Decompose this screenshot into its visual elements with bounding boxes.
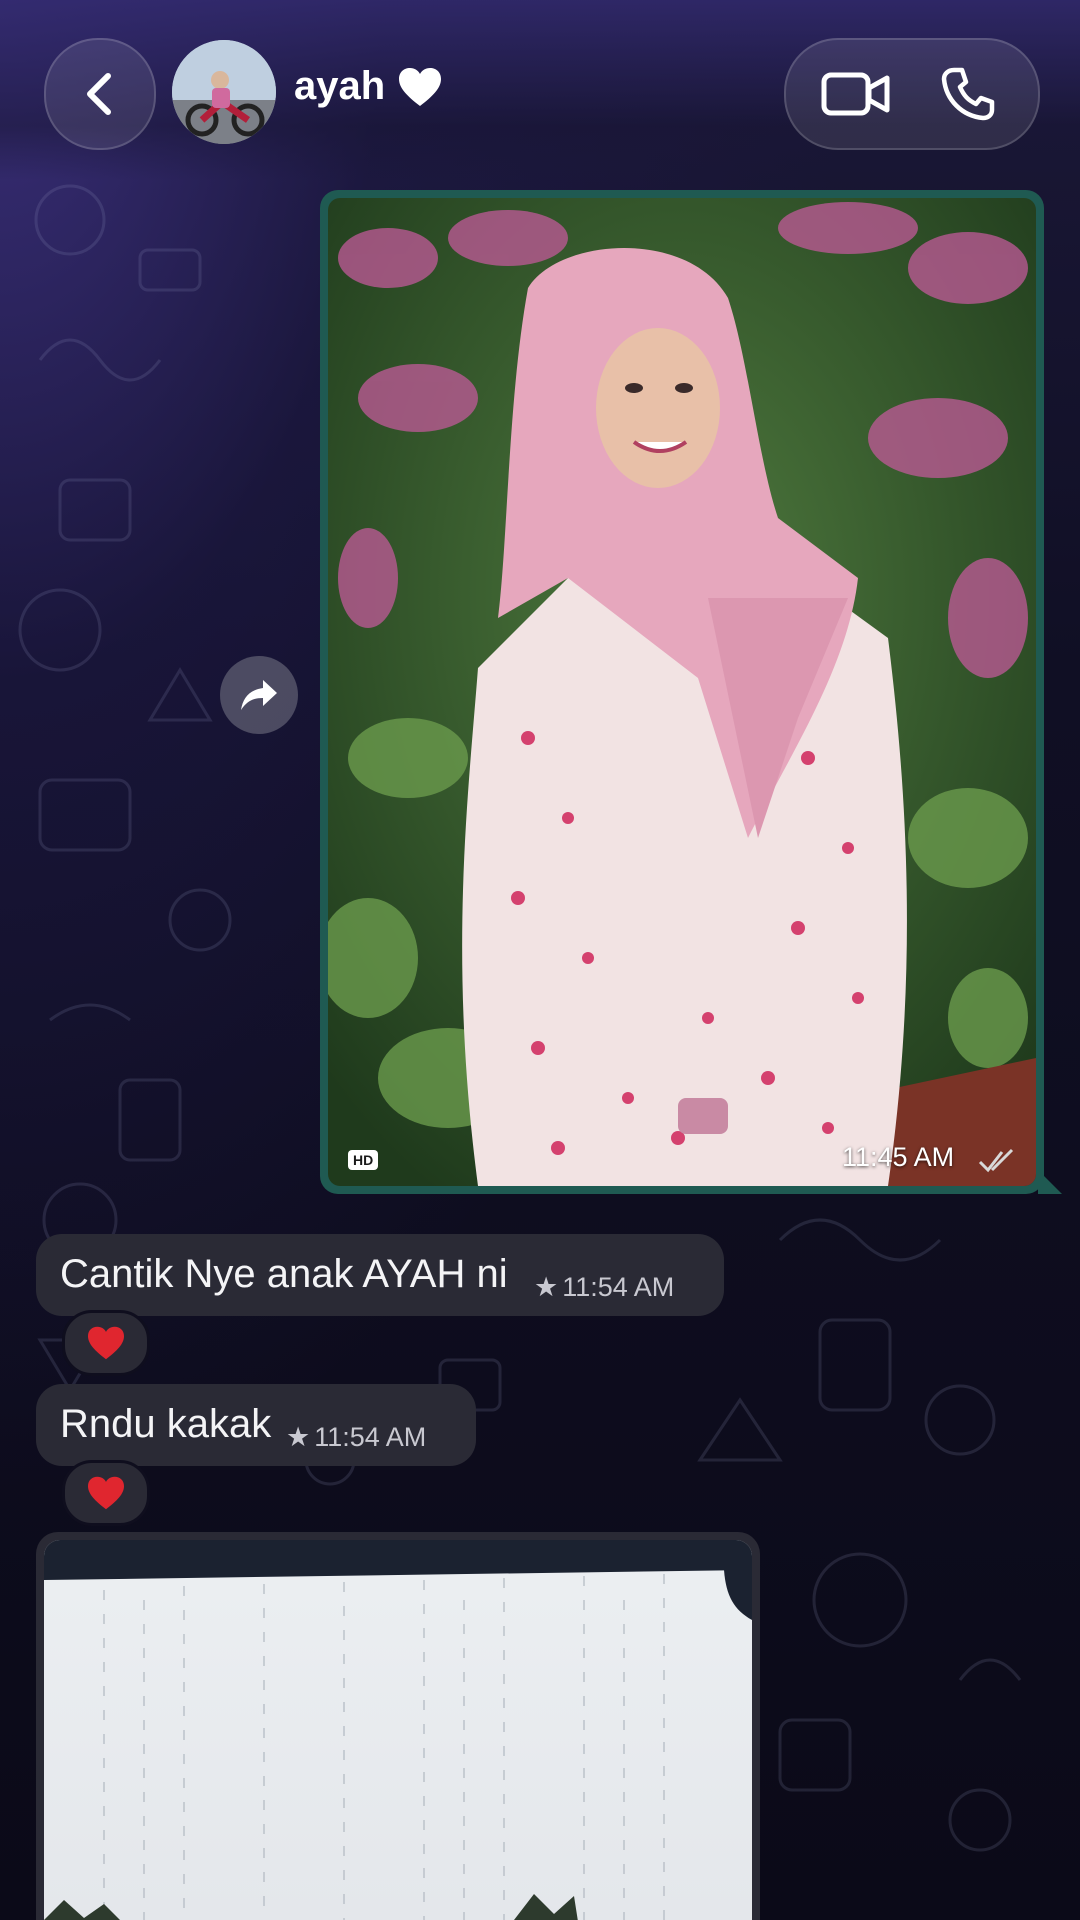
- bubble-tail: [1038, 1170, 1062, 1194]
- video-call-button[interactable]: [816, 64, 896, 124]
- star-icon: ★: [534, 1272, 559, 1302]
- message-meta: ★ 11:54 AM: [534, 1272, 674, 1303]
- motorcycle-photo: [172, 40, 276, 144]
- forward-button[interactable]: [220, 656, 298, 734]
- chevron-left-icon: [87, 73, 111, 115]
- white-heart-icon: [399, 67, 442, 106]
- photo-attachment[interactable]: [328, 198, 1036, 1186]
- chat-header: ayah: [0, 0, 1080, 180]
- girl-in-pink-hijab-photo: [328, 198, 1036, 1186]
- contact-name-text: ayah: [294, 64, 386, 108]
- outgoing-photo-message[interactable]: [320, 190, 1062, 1194]
- chat-screen: ayah HD 11:45 AM Cantik Nye anak AYAH ni…: [0, 0, 1080, 1920]
- message-text: Cantik Nye anak AYAH ni: [60, 1252, 508, 1296]
- video-camera-icon: [821, 72, 890, 116]
- contact-avatar[interactable]: [172, 40, 276, 144]
- message-time: 11:54 AM: [562, 1272, 675, 1302]
- message-time: 11:54 AM: [314, 1422, 427, 1452]
- back-button[interactable]: [44, 38, 156, 150]
- red-heart-icon: [88, 1326, 124, 1360]
- incoming-message[interactable]: Rndu kakak ★ 11:54 AM: [36, 1384, 476, 1466]
- photo-timestamp: 11:45 AM: [842, 1142, 955, 1172]
- incoming-photo-message[interactable]: [36, 1532, 760, 1920]
- message-text: Rndu kakak: [60, 1402, 272, 1446]
- hd-badge: HD: [348, 1150, 379, 1170]
- red-heart-icon: [88, 1476, 124, 1510]
- phone-icon: [941, 67, 995, 121]
- star-icon: ★: [286, 1422, 311, 1452]
- reaction-badge[interactable]: [62, 1310, 150, 1376]
- incoming-message[interactable]: Cantik Nye anak AYAH ni ★ 11:54 AM: [36, 1234, 724, 1316]
- message-meta: ★ 11:54 AM: [286, 1422, 426, 1453]
- call-actions: [784, 38, 1040, 150]
- contact-name[interactable]: ayah: [294, 64, 443, 109]
- rain-window-photo: [44, 1540, 752, 1920]
- photo-attachment[interactable]: [44, 1540, 752, 1920]
- double-check-icon: [978, 1148, 1014, 1173]
- forward-arrow-icon: [241, 680, 277, 710]
- voice-call-button[interactable]: [936, 62, 1000, 126]
- reaction-badge[interactable]: [62, 1460, 150, 1526]
